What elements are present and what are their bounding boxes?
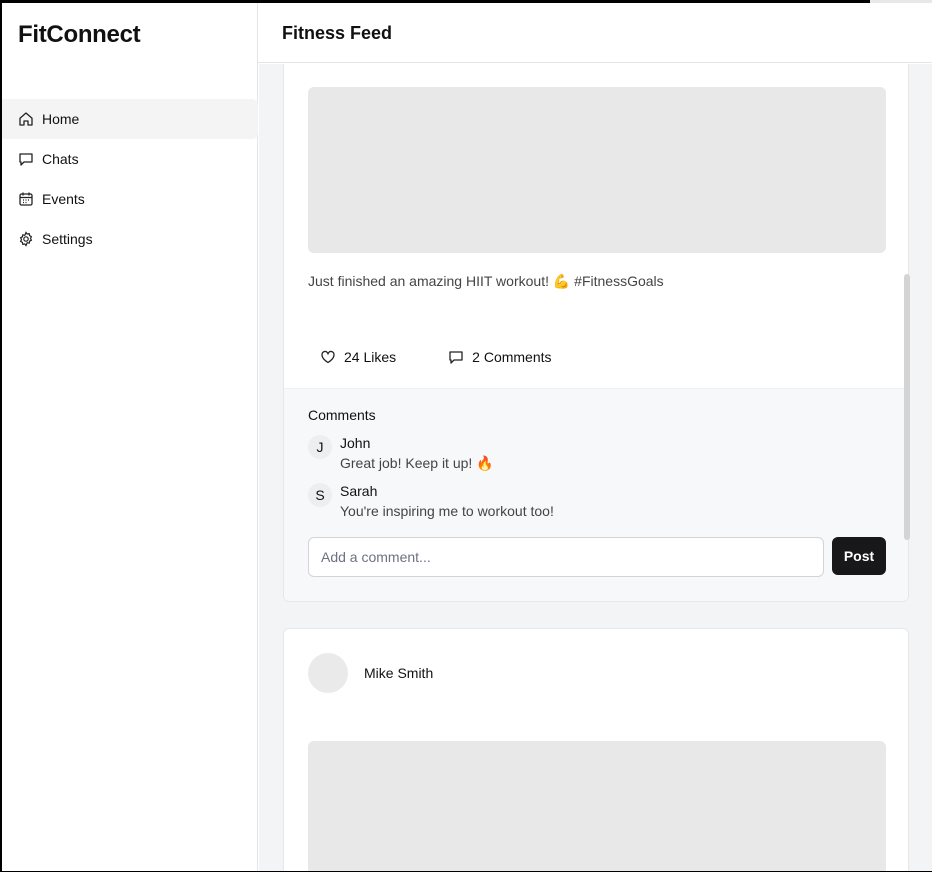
post-card: Just finished an amazing HIIT workout! 💪… bbox=[283, 64, 909, 602]
comments-section: Comments J John Great job! Keep it up! 🔥… bbox=[284, 388, 908, 601]
sidebar-item-label: Chats bbox=[42, 151, 79, 167]
top-bar: Fitness Feed bbox=[258, 3, 932, 63]
post-image-placeholder bbox=[308, 87, 886, 253]
scrollbar-thumb[interactable] bbox=[904, 274, 910, 540]
sidebar-item-settings[interactable]: Settings bbox=[2, 219, 258, 259]
page-title: Fitness Feed bbox=[282, 23, 393, 43]
like-button[interactable]: 24 Likes bbox=[308, 345, 408, 369]
chat-icon bbox=[18, 151, 34, 167]
sidebar-item-home[interactable]: Home bbox=[2, 99, 258, 139]
gear-icon bbox=[18, 231, 34, 247]
comments-heading: Comments bbox=[308, 407, 376, 423]
comments-count: 2 Comments bbox=[472, 349, 552, 365]
comment-text: Great job! Keep it up! 🔥 bbox=[340, 455, 494, 471]
comment-text: You're inspiring me to workout too! bbox=[340, 503, 554, 519]
sidebar-item-label: Settings bbox=[42, 231, 93, 247]
avatar bbox=[308, 653, 348, 693]
comment-author: John bbox=[340, 435, 371, 451]
feed-area[interactable]: Just finished an amazing HIIT workout! 💪… bbox=[259, 64, 932, 871]
sidebar-item-label: Events bbox=[42, 191, 85, 207]
post-actions: 24 Likes 2 Comments bbox=[308, 345, 564, 369]
app-window: FitConnect Home Chats Events Settings Fi… bbox=[2, 3, 932, 871]
likes-count: 24 Likes bbox=[344, 349, 397, 365]
calendar-icon bbox=[18, 191, 34, 207]
post-caption: Just finished an amazing HIIT workout! 💪… bbox=[308, 273, 664, 289]
comment-input[interactable] bbox=[308, 537, 824, 577]
post-image-placeholder bbox=[308, 741, 886, 871]
home-icon bbox=[18, 111, 34, 127]
sidebar-nav: Home Chats Events Settings bbox=[2, 99, 258, 259]
brand-logo: FitConnect bbox=[18, 21, 141, 48]
post-comment-button[interactable]: Post bbox=[832, 537, 886, 575]
avatar: S bbox=[308, 483, 332, 507]
post-card: Mike Smith bbox=[283, 628, 909, 871]
comment-item: J John Great job! Keep it up! 🔥 bbox=[308, 433, 494, 473]
post-author[interactable]: Mike Smith bbox=[308, 653, 433, 693]
comment-author: Sarah bbox=[340, 483, 378, 499]
author-name: Mike Smith bbox=[364, 665, 434, 681]
comment-item: S Sarah You're inspiring me to workout t… bbox=[308, 481, 554, 521]
sidebar: FitConnect Home Chats Events Settings bbox=[2, 3, 258, 871]
sidebar-item-label: Home bbox=[42, 111, 80, 127]
comments-button[interactable]: 2 Comments bbox=[436, 345, 563, 369]
heart-icon bbox=[321, 350, 335, 364]
comment-icon bbox=[449, 351, 463, 364]
sidebar-item-chats[interactable]: Chats bbox=[2, 139, 258, 179]
avatar: J bbox=[308, 435, 332, 459]
sidebar-item-events[interactable]: Events bbox=[2, 179, 258, 219]
